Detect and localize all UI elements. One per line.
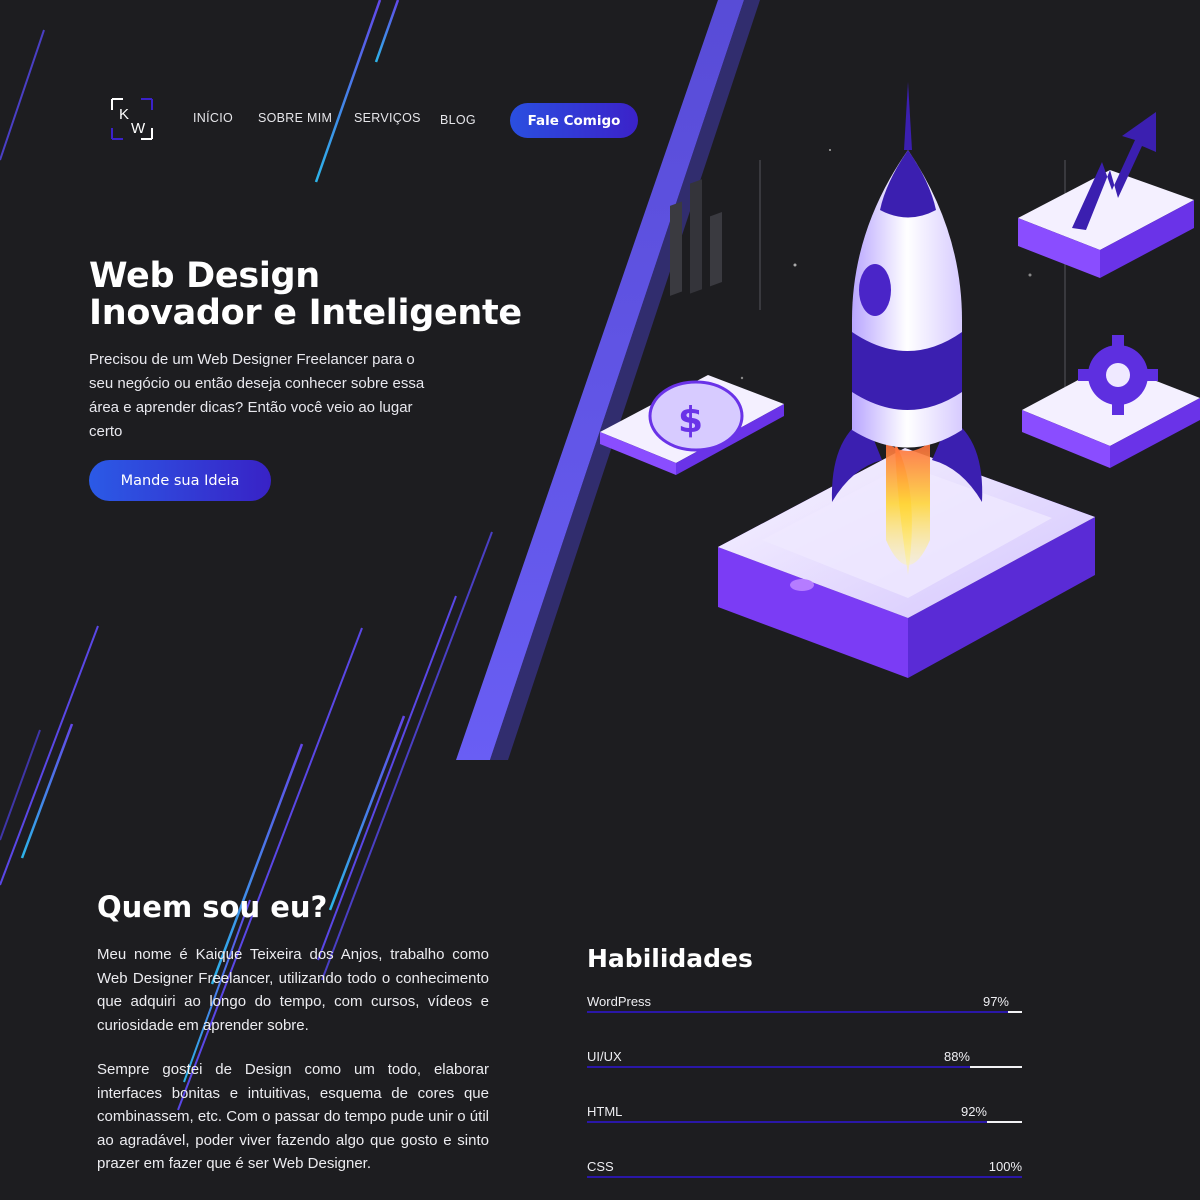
skills-title: Habilidades — [587, 944, 753, 973]
skill-name: WordPress — [587, 994, 652, 1009]
svg-text:K: K — [119, 106, 129, 123]
nav-link-sobre-mim[interactable]: SOBRE MIM — [258, 111, 332, 125]
skill-bar-fill — [587, 1011, 1009, 1013]
skill-row: WordPress 97% — [587, 994, 1022, 1034]
nav-link-blog[interactable]: BLOG — [440, 113, 476, 127]
about-paragraph-1: Meu nome é Kaique Teixeira dos Anjos, tr… — [97, 946, 489, 1034]
about-paragraph-2: Sempre gostei de Design como um todo, el… — [97, 1061, 489, 1172]
skill-row: UI/UX 88% — [587, 1049, 1022, 1089]
skill-row: CSS 100% — [587, 1159, 1022, 1199]
skill-bar-fill — [587, 1121, 987, 1123]
kw-logo-icon: K W — [111, 98, 153, 140]
skill-bar-fill — [587, 1176, 1022, 1178]
svg-text:$: $ — [678, 400, 703, 441]
skill-percent: 100% — [988, 1159, 1022, 1174]
nav-link-servicos[interactable]: SERVIÇOS — [354, 111, 421, 125]
skill-bar-remainder — [1008, 1011, 1022, 1013]
rocket-launch-illustration-icon: $ — [600, 82, 1200, 678]
send-idea-button[interactable]: Mande sua Ideia — [89, 460, 271, 501]
hero-title-line-2: Inovador e Inteligente — [89, 293, 522, 333]
hero-title: Web Design Inovador e Inteligente — [89, 258, 559, 332]
skill-bar-fill — [587, 1066, 970, 1068]
skill-percent: 92% — [960, 1104, 987, 1119]
site-logo[interactable]: K W — [110, 97, 154, 141]
skill-name: HTML — [587, 1104, 623, 1119]
skill-name: UI/UX — [587, 1049, 622, 1064]
skill-bar-remainder — [970, 1066, 1022, 1068]
skill-percent: 88% — [943, 1049, 970, 1064]
skill-row: HTML 92% — [587, 1104, 1022, 1144]
about-title: Quem sou eu? — [97, 890, 328, 924]
hero-title-line-1: Web Design — [89, 256, 320, 296]
skill-bar-remainder — [987, 1121, 1022, 1123]
hero-description: Precisou de um Web Designer Freelancer p… — [89, 351, 425, 440]
landing-page: K W INÍCIO SOBRE MIM SERVIÇOS BLOG Fale … — [0, 0, 1200, 1200]
svg-text:W: W — [131, 120, 146, 137]
skill-percent: 97% — [982, 994, 1009, 1009]
nav-link-inicio[interactable]: INÍCIO — [193, 111, 233, 125]
skill-name: CSS — [587, 1159, 614, 1174]
